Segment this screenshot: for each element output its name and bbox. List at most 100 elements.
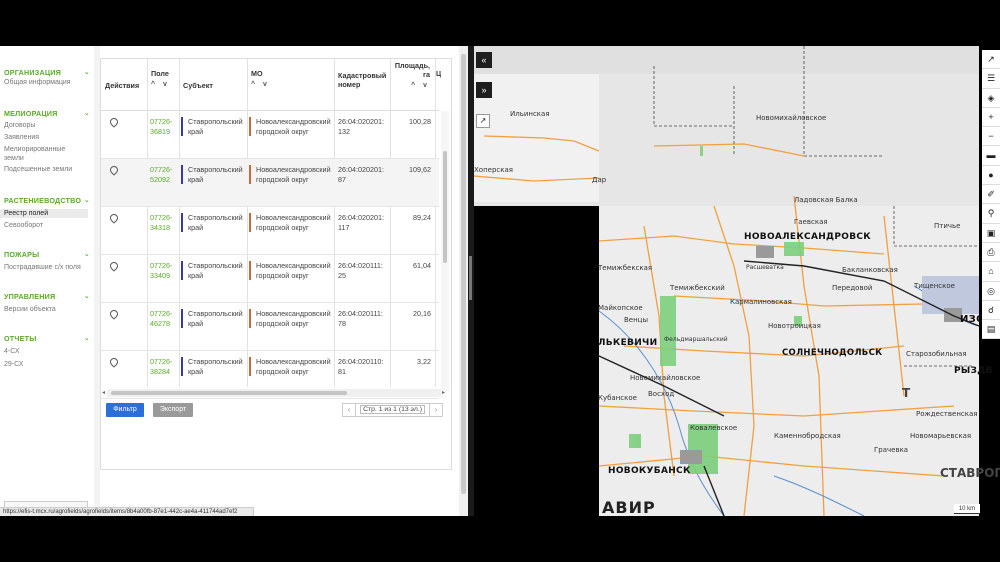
sidebar-item-crop-rotation[interactable]: Севооборот bbox=[4, 221, 90, 230]
sidebar-item-report-29[interactable]: 29-СХ bbox=[4, 360, 90, 369]
subject-cell: Ставропольский край bbox=[181, 261, 245, 280]
column-header-actions: Действия bbox=[105, 81, 140, 90]
map-label: Расшеватка bbox=[746, 264, 784, 271]
page-vertical-scrollbar[interactable] bbox=[459, 46, 468, 516]
field-link[interactable]: 07726- 38284 bbox=[150, 357, 178, 376]
filter-button[interactable]: Фильтр bbox=[106, 403, 144, 417]
sidebar-header-organization[interactable]: ОРГАНИЗАЦИЯ ⌄ bbox=[4, 66, 90, 78]
sort-icon[interactable]: ^ v bbox=[251, 81, 330, 88]
map-canvas[interactable] bbox=[474, 46, 1000, 516]
map-label: НОВОКУБАНСК bbox=[608, 466, 691, 476]
search-map-icon[interactable]: ⚲ bbox=[982, 204, 1000, 224]
map-label: Новомихайловское bbox=[630, 374, 701, 382]
document-icon[interactable]: ▤ bbox=[982, 320, 1000, 340]
sidebar-section-melioration: МЕЛИОРАЦИЯ ⌄ Договоры Заявления Мелиориро… bbox=[0, 107, 94, 174]
external-link-icon[interactable]: ↗ bbox=[476, 114, 490, 128]
table-row[interactable]: 07726- 46278 Ставропольский край Новоалексан… bbox=[101, 303, 439, 351]
column-header-cadastral[interactable]: Кадастровый номер bbox=[334, 59, 390, 111]
sidebar-item-burned-fields[interactable]: Пострадавшие с/х поля bbox=[4, 263, 90, 272]
ruler-icon[interactable]: ▬ bbox=[982, 146, 1000, 166]
sidebar-header-management[interactable]: УПРАВЛЕНИЯ ⌄ bbox=[4, 290, 90, 302]
sidebar-item-report-4[interactable]: 4-СХ bbox=[4, 347, 90, 356]
location-pin-icon[interactable] bbox=[110, 166, 116, 174]
column-header-field[interactable]: Поле ^ v bbox=[147, 59, 179, 111]
sidebar-item-applications[interactable]: Заявления bbox=[4, 133, 90, 142]
search-icon[interactable]: ☌ bbox=[982, 300, 1000, 321]
sidebar-item-field-registry[interactable]: Реестр полей bbox=[0, 209, 88, 218]
home-icon[interactable]: ⌂ bbox=[982, 262, 1000, 282]
map-label: Птичье bbox=[934, 222, 961, 230]
map-label: АВИР bbox=[602, 498, 656, 516]
location-pin-icon[interactable] bbox=[110, 214, 116, 222]
basemap-icon[interactable]: ◈ bbox=[982, 88, 1000, 108]
field-link[interactable]: 07726- 33409 bbox=[150, 261, 178, 280]
sidebar-item-object-versions[interactable]: Версии объекта bbox=[4, 305, 90, 314]
sidebar-item-general-info[interactable]: Общая информация bbox=[4, 78, 90, 87]
sort-icon[interactable]: ^ v bbox=[151, 81, 175, 88]
map-label: ЛЬКЕВИЧИ bbox=[598, 338, 658, 348]
mo-cell: Новоалександровский городской округ bbox=[249, 309, 333, 328]
map-label: Рождественская bbox=[916, 410, 978, 418]
pager-next-button[interactable]: › bbox=[429, 403, 443, 417]
sort-icon[interactable]: ^ v bbox=[394, 82, 430, 89]
zoom-out-icon[interactable]: − bbox=[982, 127, 1000, 147]
field-link[interactable]: 07726- 46278 bbox=[150, 309, 178, 328]
table-row[interactable]: 07726- 52092 Ставропольский край Новоалексан… bbox=[101, 159, 439, 207]
location-pin-icon[interactable] bbox=[110, 310, 116, 318]
field-link[interactable]: 07726- 34318 bbox=[150, 213, 178, 232]
location-pin-icon[interactable]: ● bbox=[982, 165, 1000, 186]
field-link[interactable]: 07726- 36819 bbox=[150, 117, 178, 136]
sidebar-item-meliorated-lands[interactable]: Мелиорированные земли bbox=[4, 145, 90, 163]
print-icon[interactable]: ⎙ bbox=[982, 242, 1000, 263]
field-link[interactable]: 07726- 52092 bbox=[150, 165, 178, 184]
sidebar-item-contracts[interactable]: Договоры bbox=[4, 121, 90, 130]
sidebar-section-fires: ПОЖАРЫ ⌄ Пострадавшие с/х поля bbox=[0, 248, 94, 272]
open-external-icon[interactable]: ↗ bbox=[982, 50, 1000, 70]
sidebar-header-fires[interactable]: ПОЖАРЫ ⌄ bbox=[4, 248, 90, 260]
chevron-down-icon: ⌄ bbox=[83, 335, 90, 342]
area-cell: 61,04 bbox=[413, 261, 431, 270]
zoom-in-icon[interactable]: + bbox=[982, 107, 1000, 128]
layers-icon[interactable]: ☰ bbox=[982, 69, 1000, 89]
chevron-down-icon: ⌄ bbox=[83, 69, 90, 76]
location-pin-icon[interactable] bbox=[110, 118, 116, 126]
sidebar-item-dried-lands[interactable]: Подсешенные земли bbox=[4, 165, 90, 174]
table-row[interactable]: 07726- 34318 Ставропольский край Новоалексан… bbox=[101, 207, 439, 255]
pager-prev-button[interactable]: ‹ bbox=[342, 403, 357, 417]
table-horizontal-scrollbar[interactable]: ◂ ▸ bbox=[102, 389, 445, 397]
chevron-down-icon: ⌄ bbox=[83, 251, 90, 258]
map-view[interactable]: « » ↗ Ильинская Хоперская Новомихайловск… bbox=[474, 46, 1000, 516]
collapse-left-button[interactable]: « bbox=[476, 52, 492, 68]
subject-cell: Ставропольский край bbox=[181, 165, 245, 184]
location-pin-icon[interactable] bbox=[110, 262, 116, 270]
map-label: Новомарьевская bbox=[910, 432, 972, 440]
map-label: СТАВРОП bbox=[940, 466, 1000, 480]
pin-icon[interactable]: ◎ bbox=[982, 281, 1000, 301]
area-cell: 100,28 bbox=[409, 117, 431, 126]
map-label: Восход bbox=[648, 390, 675, 398]
map-label: Кармалиновская bbox=[730, 298, 792, 306]
video-letterbox-bottom bbox=[0, 516, 1000, 562]
map-label: НОВОАЛЕКСАНДРОВСК bbox=[744, 232, 871, 242]
column-header-mo[interactable]: МО ^ v bbox=[247, 59, 334, 111]
mo-cell: Новоалександровский городской округ bbox=[249, 117, 333, 136]
bookmark-icon[interactable]: ▣ bbox=[982, 223, 1000, 243]
column-header-subject[interactable]: Субъект bbox=[179, 59, 247, 111]
table-row[interactable]: 07726- 36819 Ставропольский край Новоалексан… bbox=[101, 111, 439, 159]
map-label: Старозобильная bbox=[906, 350, 967, 358]
cadastral-cell: 26:04:020111: 25 bbox=[338, 261, 383, 280]
expand-right-button[interactable]: » bbox=[476, 82, 492, 98]
area-cell: 109,62 bbox=[409, 165, 431, 174]
sidebar-header-melioration[interactable]: МЕЛИОРАЦИЯ ⌄ bbox=[4, 107, 90, 119]
export-button[interactable]: Экспорт bbox=[153, 403, 193, 417]
draw-icon[interactable]: ✐ bbox=[982, 185, 1000, 205]
location-pin-icon[interactable] bbox=[110, 358, 116, 366]
column-header-area[interactable]: Площадь, га ^ v bbox=[390, 59, 434, 111]
sidebar-header-crops[interactable]: РАСТЕНИЕВОДСТВО ⌄ bbox=[4, 194, 90, 206]
table-vertical-scrollbar[interactable] bbox=[441, 111, 449, 391]
table-toolbar: Фильтр Экспорт ‹ Стр. 1 из 1 (13 эл.) › bbox=[101, 399, 451, 421]
area-cell: 20,16 bbox=[413, 309, 431, 318]
map-label: Т bbox=[902, 386, 911, 400]
sidebar-header-reports[interactable]: ОТЧЕТЫ ⌄ bbox=[4, 332, 90, 344]
table-row[interactable]: 07726- 33409 Ставропольский край Новоалексан… bbox=[101, 255, 439, 303]
